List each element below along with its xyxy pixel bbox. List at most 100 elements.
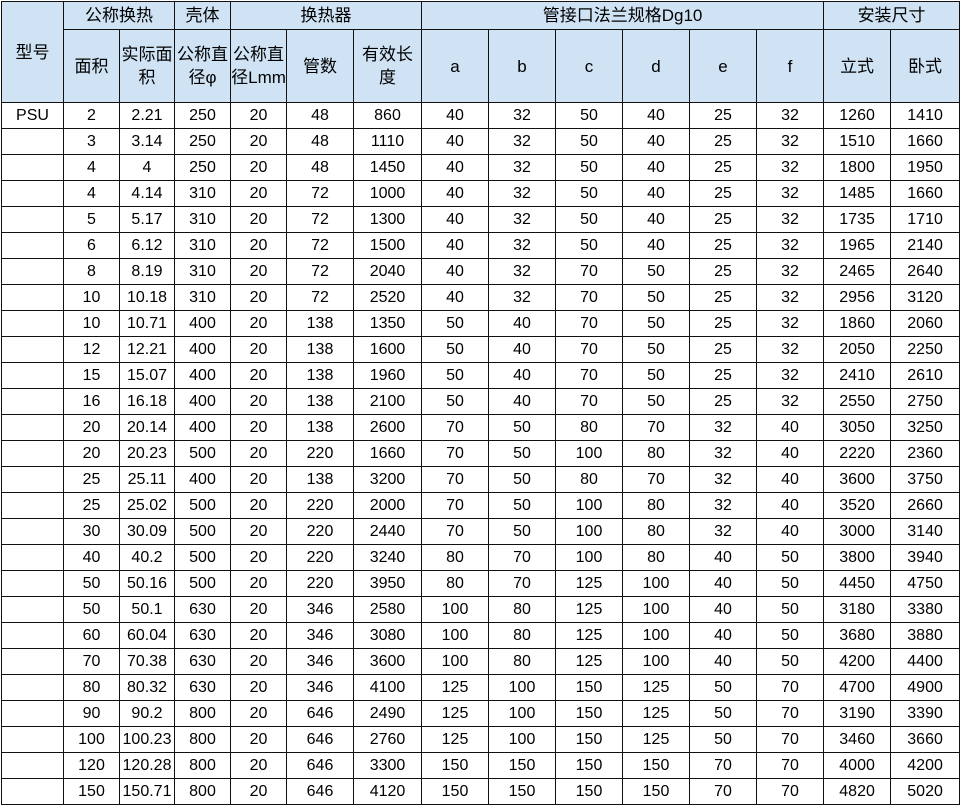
cell-tube-diameter: 20	[230, 284, 287, 311]
cell-a: 40	[421, 180, 490, 207]
cell-effective-length: 3240	[352, 544, 423, 571]
cell-area: 10	[63, 284, 120, 311]
cell-area: 4	[63, 180, 120, 207]
cell-d: 40	[622, 154, 691, 181]
table-row: 16 16.18 400 20 138 2100 50 40 70 50 25 32 2550 2750	[1, 388, 961, 415]
cell-c: 70	[555, 388, 624, 415]
cell-tube-diameter: 20	[230, 726, 287, 753]
cell-d: 50	[622, 310, 691, 337]
table-row: 150 150.71 800 20 646 4120 150 150 150 150 70 70 482…	[1, 778, 961, 805]
cell-a: 70	[421, 414, 490, 441]
cell-tube-diameter: 20	[230, 466, 287, 493]
cell-e: 25	[689, 362, 758, 389]
cell-vertical: 2220	[823, 440, 892, 467]
cell-f: 32	[756, 284, 825, 311]
cell-effective-length: 1500	[352, 232, 423, 259]
cell-e: 25	[689, 128, 758, 155]
cell-area: 10	[63, 310, 120, 337]
cell-d: 125	[622, 726, 691, 753]
cell-model	[1, 778, 64, 805]
cell-actual-area: 20.14	[119, 414, 175, 441]
cell-d: 80	[622, 518, 691, 545]
cell-shell-diameter: 800	[174, 778, 231, 805]
cell-actual-area: 2.21	[119, 102, 175, 129]
cell-horizontal: 2610	[890, 362, 961, 389]
cell-horizontal: 3750	[890, 466, 961, 493]
cell-actual-area: 50.16	[119, 570, 175, 597]
header-group-shell: 壳体	[174, 1, 231, 30]
cell-c: 125	[555, 596, 624, 623]
cell-c: 50	[555, 128, 624, 155]
cell-shell-diameter: 310	[174, 258, 231, 285]
cell-tube-diameter: 20	[230, 258, 287, 285]
cell-f: 50	[756, 622, 825, 649]
table-row: 30 30.09 500 20 220 2440 70 50 100 80 32 40 3000 3140	[1, 518, 961, 545]
cell-b: 40	[488, 362, 557, 389]
header-group-flange: 管接口法兰规格Dg10	[421, 1, 825, 30]
cell-model	[1, 232, 64, 259]
header-b: b	[488, 29, 557, 103]
cell-c: 70	[555, 258, 624, 285]
header-area: 面积	[63, 29, 120, 103]
cell-b: 40	[488, 388, 557, 415]
cell-horizontal: 4750	[890, 570, 961, 597]
cell-a: 80	[421, 570, 490, 597]
cell-f: 32	[756, 388, 825, 415]
cell-shell-diameter: 800	[174, 726, 231, 753]
cell-area: 90	[63, 700, 120, 727]
cell-e: 25	[689, 180, 758, 207]
cell-b: 50	[488, 466, 557, 493]
table-row: 3 3.14 250 20 48 1110 40 32 50 40 25 32 1510 1660	[1, 128, 961, 155]
cell-a: 70	[421, 440, 490, 467]
cell-shell-diameter: 310	[174, 180, 231, 207]
cell-tube-diameter: 20	[230, 180, 287, 207]
table-row: 50 50.16 500 20 220 3950 80 70 125 100 40 50 4450 475…	[1, 570, 961, 597]
cell-actual-area: 8.19	[119, 258, 175, 285]
cell-model	[1, 284, 64, 311]
cell-shell-diameter: 800	[174, 700, 231, 727]
cell-vertical: 4820	[823, 778, 892, 805]
cell-d: 100	[622, 596, 691, 623]
cell-d: 50	[622, 284, 691, 311]
cell-area: 50	[63, 570, 120, 597]
cell-vertical: 4450	[823, 570, 892, 597]
cell-vertical: 2050	[823, 336, 892, 363]
cell-area: 20	[63, 414, 120, 441]
cell-e: 32	[689, 518, 758, 545]
cell-a: 100	[421, 596, 490, 623]
cell-shell-diameter: 310	[174, 284, 231, 311]
cell-shell-diameter: 630	[174, 648, 231, 675]
cell-tube-diameter: 20	[230, 362, 287, 389]
cell-effective-length: 2490	[352, 700, 423, 727]
header-e: e	[689, 29, 758, 103]
cell-actual-area: 100.23	[119, 726, 175, 753]
cell-f: 32	[756, 102, 825, 129]
cell-actual-area: 4.14	[119, 180, 175, 207]
cell-vertical: 3520	[823, 492, 892, 519]
cell-actual-area: 40.2	[119, 544, 175, 571]
cell-b: 80	[488, 596, 557, 623]
cell-effective-length: 1300	[352, 206, 423, 233]
cell-horizontal: 4200	[890, 752, 961, 779]
cell-tube-diameter: 20	[230, 622, 287, 649]
cell-b: 50	[488, 440, 557, 467]
cell-tube-count: 220	[286, 518, 354, 545]
cell-a: 100	[421, 648, 490, 675]
cell-horizontal: 2360	[890, 440, 961, 467]
cell-c: 100	[555, 518, 624, 545]
cell-tube-count: 646	[286, 700, 354, 727]
cell-shell-diameter: 400	[174, 336, 231, 363]
cell-c: 70	[555, 310, 624, 337]
cell-tube-diameter: 20	[230, 310, 287, 337]
cell-shell-diameter: 400	[174, 414, 231, 441]
table-body: PSU 2 2.21 250 20 48 860 40 32 50 40 25 32 1260 1410 3 3…	[1, 102, 961, 805]
cell-b: 32	[488, 258, 557, 285]
cell-vertical: 1860	[823, 310, 892, 337]
cell-f: 70	[756, 778, 825, 805]
cell-a: 50	[421, 336, 490, 363]
cell-tube-count: 220	[286, 440, 354, 467]
cell-tube-count: 220	[286, 570, 354, 597]
cell-a: 40	[421, 284, 490, 311]
cell-d: 50	[622, 362, 691, 389]
cell-area: 60	[63, 622, 120, 649]
